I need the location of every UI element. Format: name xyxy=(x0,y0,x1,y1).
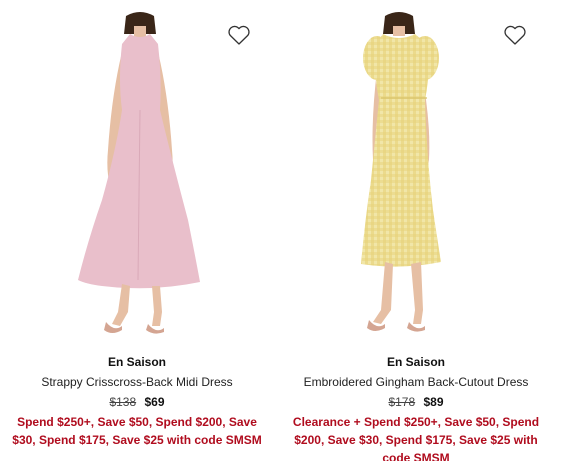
price-row: $138 $69 xyxy=(2,394,272,410)
product-brand[interactable]: En Saison xyxy=(2,354,272,371)
product-name[interactable]: Embroidered Gingham Back-Cutout Dress xyxy=(281,374,551,391)
heart-outline-icon xyxy=(504,25,526,45)
product-card[interactable]: En Saison Strappy Crisscross-Back Midi D… xyxy=(2,0,272,461)
product-info: En Saison Strappy Crisscross-Back Midi D… xyxy=(2,354,272,449)
product-image[interactable] xyxy=(2,0,272,342)
price-row: $178 $89 xyxy=(281,394,551,410)
favorite-button[interactable] xyxy=(503,24,527,46)
product-info: En Saison Embroidered Gingham Back-Cutou… xyxy=(281,354,551,461)
product-name[interactable]: Strappy Crisscross-Back Midi Dress xyxy=(2,374,272,391)
sale-price: $89 xyxy=(423,395,444,409)
promo-text: Clearance + Spend $250+, Save $50, Spend… xyxy=(292,415,540,461)
product-brand[interactable]: En Saison xyxy=(281,354,551,371)
promo-text: Spend $250+, Save $50, Spend $200, Save … xyxy=(12,415,262,447)
heart-outline-icon xyxy=(228,25,250,45)
product-image[interactable] xyxy=(281,0,551,342)
product-grid: En Saison Strappy Crisscross-Back Midi D… xyxy=(0,0,561,461)
sale-price: $69 xyxy=(144,395,165,409)
favorite-button[interactable] xyxy=(227,24,251,46)
product-card[interactable]: En Saison Embroidered Gingham Back-Cutou… xyxy=(281,0,551,461)
original-price: $178 xyxy=(388,395,416,409)
original-price: $138 xyxy=(109,395,137,409)
